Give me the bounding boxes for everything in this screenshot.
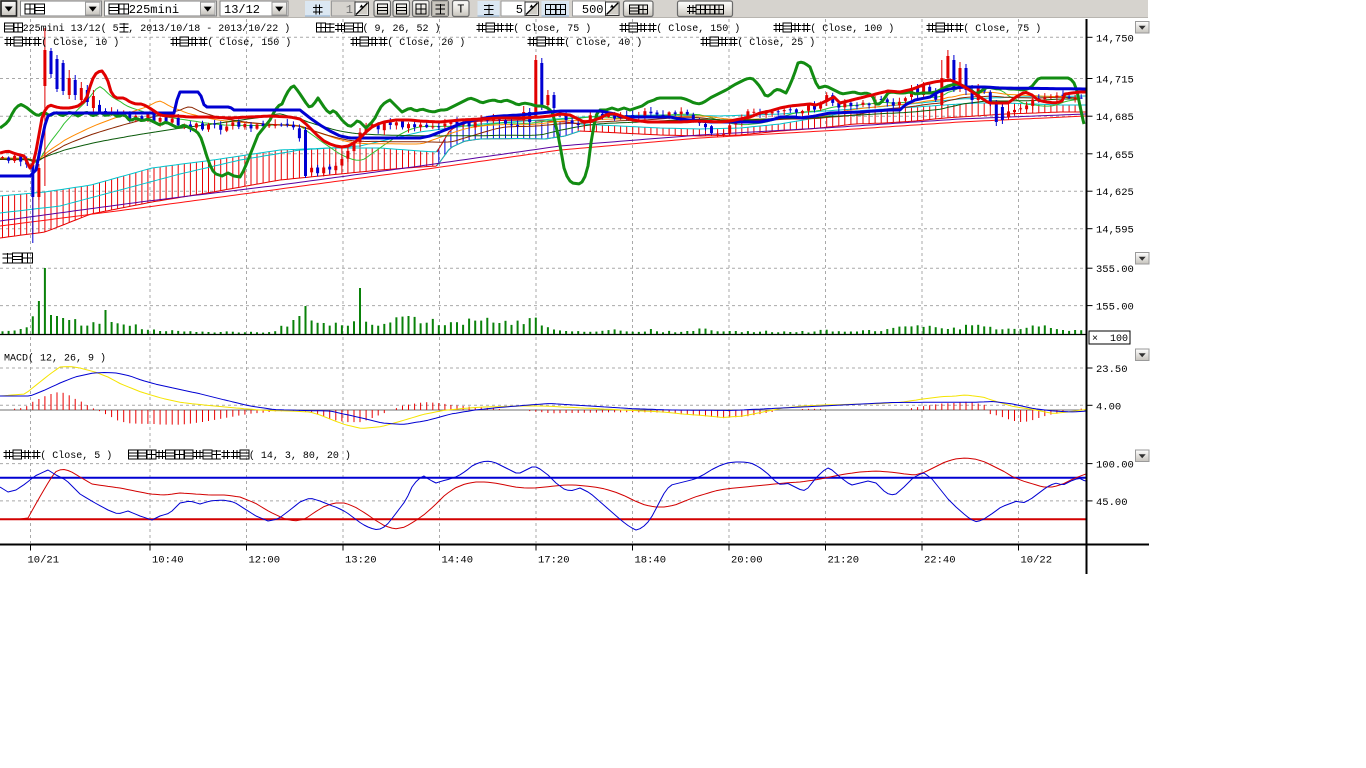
svg-text:10/21: 10/21 <box>28 555 60 567</box>
svg-text:100.00: 100.00 <box>1096 460 1134 472</box>
svg-text:14,715: 14,715 <box>1096 75 1134 87</box>
svg-text:( Close, 40 ): ( Close, 40 ) <box>564 37 642 49</box>
svg-text:( Close, 100 ): ( Close, 100 ) <box>810 23 894 35</box>
svg-text:( Close, 150 ): ( Close, 150 ) <box>656 23 740 35</box>
svg-text:22:40: 22:40 <box>924 555 956 567</box>
svg-text:13/12: 13/12 <box>224 3 260 17</box>
svg-text:( Close, 20 ): ( Close, 20 ) <box>387 37 465 49</box>
svg-text:23.50: 23.50 <box>1096 364 1128 376</box>
svg-text:10/22: 10/22 <box>1021 555 1053 567</box>
svg-text:( Close, 75 ): ( Close, 75 ) <box>963 23 1041 35</box>
svg-text:14,750: 14,750 <box>1096 33 1134 45</box>
svg-text:18:40: 18:40 <box>635 555 667 567</box>
svg-text:MACD( 12, 26, 9 ): MACD( 12, 26, 9 ) <box>4 353 106 365</box>
svg-text:( 9, 26, 52 ): ( 9, 26, 52 ) <box>363 23 441 35</box>
svg-text:500: 500 <box>582 3 604 17</box>
svg-text:5: 5 <box>516 3 523 17</box>
svg-text:45.00: 45.00 <box>1096 497 1128 509</box>
svg-text:( Close, 75 ): ( Close, 75 ) <box>513 23 591 35</box>
svg-text:T: T <box>457 3 464 17</box>
svg-text:21:20: 21:20 <box>828 555 860 567</box>
svg-text:20:00: 20:00 <box>731 555 763 567</box>
svg-text:1: 1 <box>346 3 353 17</box>
svg-text:× 100: × 100 <box>1092 334 1128 345</box>
svg-text:12:00: 12:00 <box>249 555 281 567</box>
svg-text:( Close, 10 ): ( Close, 10 ) <box>41 37 119 49</box>
svg-text:( Close, 25 ): ( Close, 25 ) <box>737 37 815 49</box>
svg-text:17:20: 17:20 <box>538 555 570 567</box>
svg-text:10:40: 10:40 <box>152 555 184 567</box>
svg-text:225mini: 225mini <box>129 3 179 17</box>
svg-text:14,595: 14,595 <box>1096 225 1134 237</box>
svg-text:13:20: 13:20 <box>345 555 377 567</box>
svg-text:155.00: 155.00 <box>1096 302 1134 314</box>
svg-text:14,685: 14,685 <box>1096 112 1134 124</box>
svg-text:( 14, 3, 80, 20 ): ( 14, 3, 80, 20 ) <box>249 450 351 462</box>
svg-text:14:40: 14:40 <box>442 555 474 567</box>
svg-text:( Close, 5 ): ( Close, 5 ) <box>40 450 112 462</box>
svg-text:4.00: 4.00 <box>1096 401 1121 413</box>
svg-text:, 2013/10/18 - 2013/10/22 ): , 2013/10/18 - 2013/10/22 ) <box>128 23 290 35</box>
svg-text:355.00: 355.00 <box>1096 264 1134 276</box>
svg-text:14,625: 14,625 <box>1096 187 1134 199</box>
svg-text:( Close, 150 ): ( Close, 150 ) <box>207 37 291 49</box>
svg-text:225mini 13/12( 5: 225mini 13/12( 5 <box>23 23 119 35</box>
svg-text:14,655: 14,655 <box>1096 150 1134 162</box>
